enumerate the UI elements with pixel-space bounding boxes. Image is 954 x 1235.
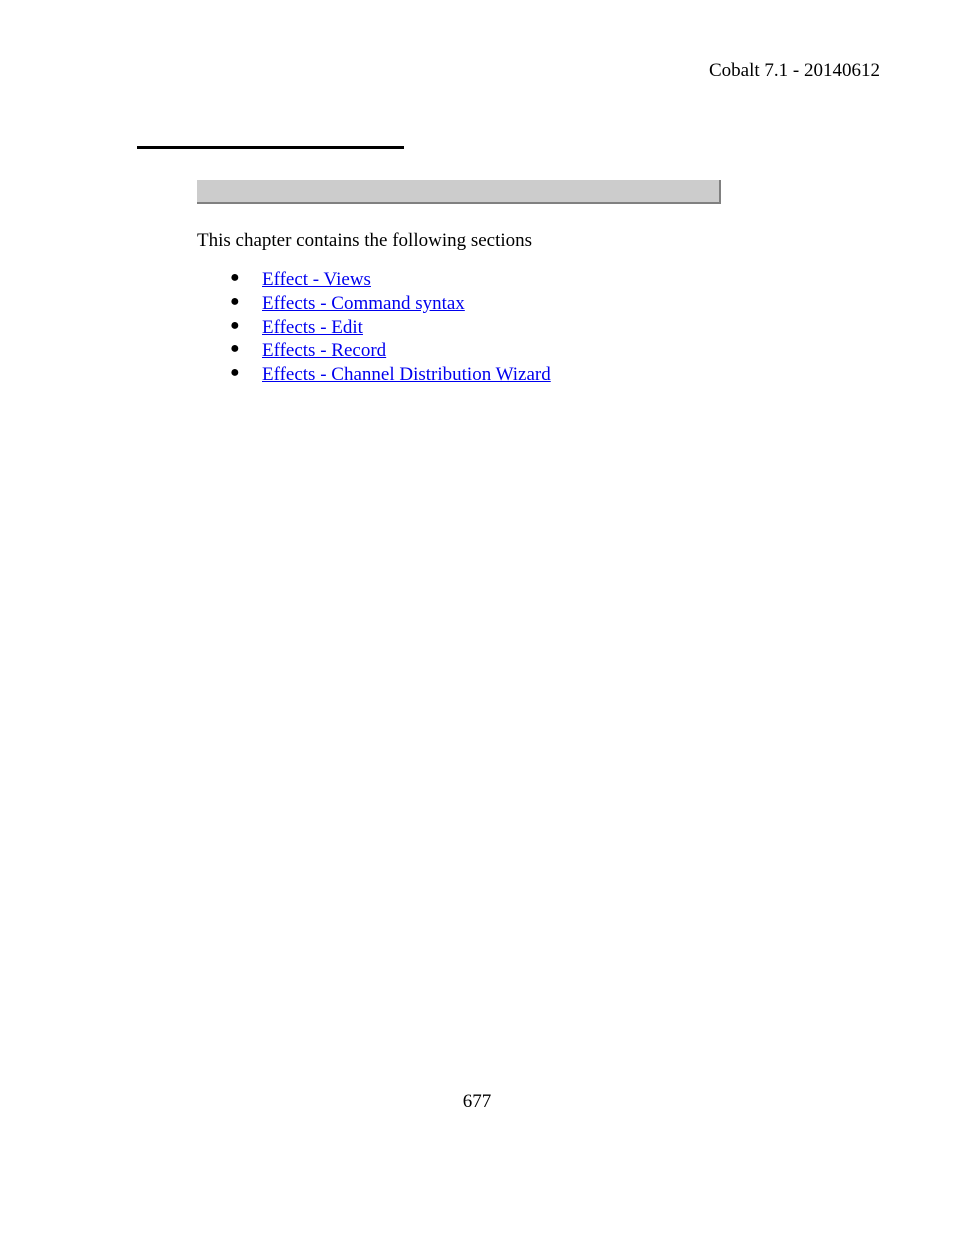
section-header-box: [197, 180, 721, 204]
bullet-icon: ●: [230, 316, 240, 336]
bullet-icon: ●: [230, 292, 240, 312]
link-effects-record[interactable]: Effects - Record: [262, 340, 386, 361]
bullet-icon: ●: [230, 363, 240, 383]
link-effects-command-syntax[interactable]: Effects - Command syntax: [262, 293, 465, 314]
bullet-icon: ●: [230, 339, 240, 359]
list-item: ● Effect - Views: [230, 268, 551, 292]
section-links-list: ● Effect - Views ● Effects - Command syn…: [230, 268, 551, 387]
list-item: ● Effects - Channel Distribution Wizard: [230, 363, 551, 387]
document-header: Cobalt 7.1 - 20140612: [709, 60, 880, 82]
list-item: ● Effects - Command syntax: [230, 292, 551, 316]
link-effect-views[interactable]: Effect - Views: [262, 269, 371, 290]
link-effects-channel-distribution-wizard[interactable]: Effects - Channel Distribution Wizard: [262, 364, 551, 385]
link-effects-edit[interactable]: Effects - Edit: [262, 317, 363, 338]
list-item: ● Effects - Record: [230, 339, 551, 363]
page-number: 677: [0, 1091, 954, 1113]
horizontal-rule: [137, 146, 404, 149]
list-item: ● Effects - Edit: [230, 316, 551, 340]
intro-paragraph: This chapter contains the following sect…: [197, 230, 532, 252]
bullet-icon: ●: [230, 268, 240, 288]
